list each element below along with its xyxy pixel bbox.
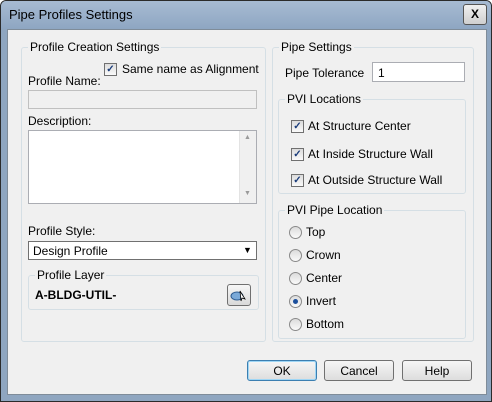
structure-center-checkbox[interactable]: ✓ (291, 120, 304, 133)
profile-name-field[interactable] (28, 90, 257, 109)
pipe-tolerance-value: 1 (378, 66, 385, 80)
pvi-locations-legend: PVI Locations (287, 92, 362, 106)
ok-button[interactable]: OK (247, 360, 317, 381)
title-bar[interactable]: Pipe Profiles Settings X (1, 1, 491, 29)
radio-crown-label: Crown (306, 248, 341, 262)
cancel-button[interactable]: Cancel (324, 360, 394, 381)
profile-style-dropdown[interactable]: Design Profile ▼ (28, 241, 257, 260)
radio-invert[interactable] (289, 295, 302, 308)
same-name-checkbox[interactable]: ✓ (104, 63, 117, 76)
profile-layer-value: A-BLDG-UTIL- (35, 288, 117, 302)
structure-center-label: At Structure Center (308, 119, 411, 133)
radio-crown[interactable] (289, 249, 302, 262)
profile-style-value: Design Profile (33, 244, 108, 258)
dialog-body: Profile Creation Settings ✓ Same name as… (7, 29, 487, 395)
radio-center-label: Center (306, 271, 343, 285)
scroll-down-icon[interactable]: ▼ (244, 190, 251, 197)
inside-wall-label: At Inside Structure Wall (308, 147, 433, 161)
radio-top[interactable] (289, 226, 302, 239)
description-label: Description: (28, 114, 92, 128)
outside-wall-label: At Outside Structure Wall (308, 173, 443, 187)
help-button[interactable]: Help (402, 360, 472, 381)
check-icon: ✓ (293, 149, 302, 160)
check-icon: ✓ (293, 175, 302, 186)
pipe-tolerance-input[interactable]: 1 (372, 62, 465, 82)
profile-style-label: Profile Style: (28, 224, 96, 238)
radio-top-label: Top (306, 225, 326, 239)
check-icon: ✓ (293, 121, 302, 132)
radio-bottom-label: Bottom (306, 317, 345, 331)
same-name-label: Same name as Alignment (122, 62, 259, 76)
dialog-window: Pipe Profiles Settings X Profile Creatio… (0, 0, 492, 402)
description-scrollbar[interactable]: ▲ ▼ (239, 131, 256, 203)
pvi-pipe-location-legend: PVI Pipe Location (287, 203, 383, 217)
radio-center[interactable] (289, 272, 302, 285)
check-icon: ✓ (106, 64, 115, 75)
scroll-up-icon[interactable]: ▲ (244, 134, 251, 141)
profile-name-label: Profile Name: (28, 74, 101, 88)
layer-picker-icon (230, 290, 246, 302)
layer-picker-button[interactable] (227, 284, 251, 306)
profile-layer-legend: Profile Layer (37, 268, 105, 282)
inside-wall-checkbox[interactable]: ✓ (291, 148, 304, 161)
close-button[interactable]: X (463, 4, 487, 25)
chevron-down-icon[interactable]: ▼ (243, 245, 252, 255)
outside-wall-checkbox[interactable]: ✓ (291, 174, 304, 187)
pipe-settings-legend: Pipe Settings (281, 40, 352, 54)
radio-bottom[interactable] (289, 318, 302, 331)
window-title: Pipe Profiles Settings (9, 7, 133, 22)
radio-invert-label: Invert (306, 294, 337, 308)
description-textarea[interactable]: ▲ ▼ (28, 130, 257, 204)
pipe-tolerance-label: Pipe Tolerance (285, 66, 365, 80)
profile-creation-legend: Profile Creation Settings (30, 40, 160, 54)
